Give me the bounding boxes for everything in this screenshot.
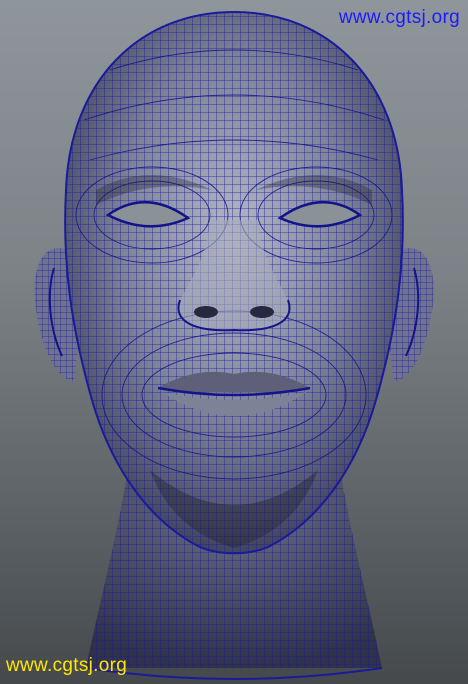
watermark-bottom: www.cgtsj.org	[6, 655, 128, 676]
watermark-top: www.cgtsj.org	[338, 7, 460, 28]
3d-viewport[interactable]: www.cgtsj.org www.cgtsj.org	[0, 0, 468, 684]
head-wireframe-render	[34, 10, 434, 680]
